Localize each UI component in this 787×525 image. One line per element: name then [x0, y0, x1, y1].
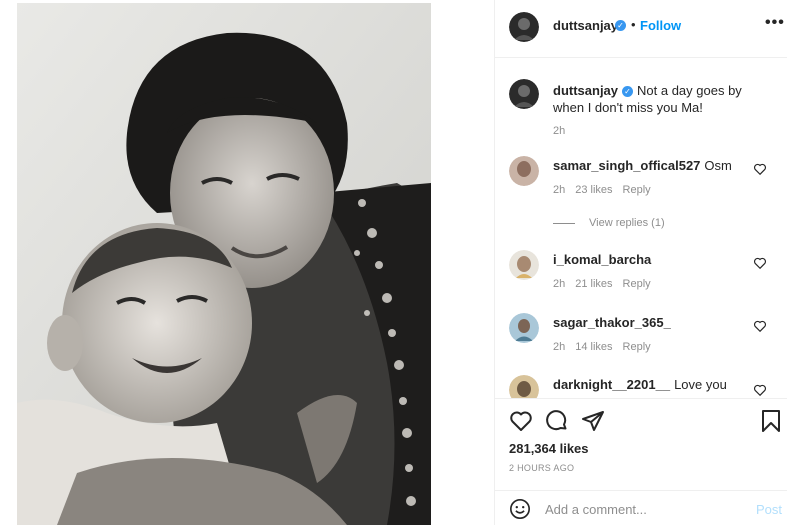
follow-button[interactable]: Follow: [640, 18, 681, 33]
comment-meta: 2h 21 likes Reply: [553, 278, 661, 290]
heart-icon[interactable]: [753, 256, 767, 270]
verified-badge-icon: ✓: [622, 86, 634, 98]
comment-username[interactable]: i_komal_barcha: [553, 252, 651, 267]
comment-item: sagar_thakor_365_ 2h 14 likes Reply: [495, 313, 787, 373]
author-avatar[interactable]: [509, 79, 539, 109]
comment-line: i_komal_barcha: [553, 252, 655, 267]
caption-username[interactable]: duttsanjay: [553, 83, 618, 98]
commenter-avatar[interactable]: [509, 250, 539, 280]
heart-icon[interactable]: [753, 319, 767, 333]
smiley-icon[interactable]: [509, 498, 531, 520]
post-date[interactable]: 2 HOURS AGO: [509, 463, 574, 473]
comment-line: samar_singh_offical527 Osm: [553, 158, 732, 173]
heart-icon[interactable]: [753, 162, 767, 176]
commenter-avatar[interactable]: [509, 156, 539, 186]
comment-text: Love you: [674, 377, 727, 392]
replies-divider: [553, 222, 575, 224]
commenter-avatar[interactable]: [509, 313, 539, 343]
comment-item: i_komal_barcha 2h 21 likes Reply: [495, 250, 787, 310]
comment-time[interactable]: 2h: [553, 278, 565, 290]
comments-list[interactable]: duttsanjay ✓ Not a day goes by when I don'…: [495, 59, 787, 398]
comment-likes[interactable]: 23 likes: [575, 184, 612, 196]
comment-username[interactable]: samar_singh_offical527: [553, 158, 700, 173]
post-sidebar: duttsanjay ✓ • Follow ••• duttsanjay ✓ Not…: [494, 0, 787, 525]
comment-composer: Post: [495, 490, 787, 525]
comment-time[interactable]: 2h: [553, 341, 565, 353]
commenter-avatar[interactable]: [509, 375, 539, 398]
post-actions: 281,364 likes 2 HOURS AGO: [495, 398, 787, 490]
comment-item: darknight__2201__ Love you: [495, 375, 787, 398]
view-replies-label: View replies (1): [589, 217, 665, 229]
comment-time[interactable]: 2h: [553, 184, 565, 196]
caption-timestamp[interactable]: 2h: [553, 125, 565, 137]
reply-button[interactable]: Reply: [623, 341, 651, 353]
heart-icon[interactable]: [753, 383, 767, 397]
post-comment-button[interactable]: Post: [756, 502, 782, 517]
post-header: duttsanjay ✓ • Follow •••: [495, 0, 787, 58]
comment-input[interactable]: [545, 499, 745, 519]
comment-username[interactable]: darknight__2201__: [553, 377, 670, 392]
reply-button[interactable]: Reply: [623, 278, 651, 290]
comment-line: darknight__2201__ Love you: [553, 377, 727, 392]
post-photo[interactable]: [17, 3, 431, 525]
author-avatar[interactable]: [509, 12, 539, 42]
heart-outline-icon[interactable]: [509, 409, 533, 433]
view-replies-button[interactable]: View replies (1): [553, 217, 665, 229]
comment-line: sagar_thakor_365_: [553, 315, 675, 330]
bookmark-icon[interactable]: [759, 409, 783, 433]
comment-item: samar_singh_offical527 Osm 2h 23 likes Repl…: [495, 156, 787, 216]
comment-likes[interactable]: 14 likes: [575, 341, 612, 353]
author-username[interactable]: duttsanjay: [553, 18, 618, 33]
verified-badge-icon: ✓: [615, 20, 626, 31]
comment-username[interactable]: sagar_thakor_365_: [553, 315, 671, 330]
comment-likes[interactable]: 21 likes: [575, 278, 612, 290]
comment-text: Osm: [704, 158, 732, 173]
post-media-pane: [0, 0, 493, 525]
caption-text-block: duttsanjay ✓ Not a day goes by when I don'…: [553, 82, 773, 116]
comment-bubble-icon[interactable]: [545, 409, 569, 433]
reply-button[interactable]: Reply: [623, 184, 651, 196]
separator-dot: •: [631, 17, 636, 32]
like-count[interactable]: 281,364 likes: [509, 441, 589, 456]
comment-meta: 2h 23 likes Reply: [553, 184, 661, 196]
more-options-icon[interactable]: •••: [765, 14, 785, 32]
paper-plane-icon[interactable]: [581, 409, 605, 433]
comment-meta: 2h 14 likes Reply: [553, 341, 661, 353]
